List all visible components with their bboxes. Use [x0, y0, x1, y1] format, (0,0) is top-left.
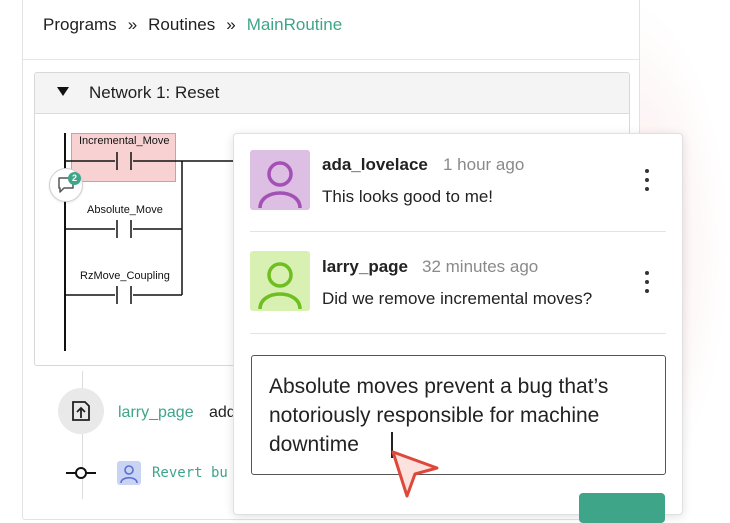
- more-options-icon[interactable]: [643, 169, 651, 195]
- comment-timestamp: 1 hour ago: [443, 155, 525, 174]
- comment-text: This looks good to me!: [322, 187, 494, 206]
- more-options-icon[interactable]: [643, 271, 651, 297]
- history-user-link[interactable]: larry_page: [118, 404, 194, 422]
- avatar: [117, 461, 141, 485]
- contact-label[interactable]: Incremental_Move: [79, 135, 170, 147]
- breadcrumb: Programs » Routines » MainRoutine: [43, 15, 342, 35]
- reply-textarea[interactable]: Absolute moves prevent a bug that’s noto…: [251, 355, 666, 475]
- comment-badge[interactable]: 2: [49, 168, 83, 202]
- breadcrumb-programs[interactable]: Programs: [43, 15, 117, 34]
- history-entry-text: add: [209, 404, 236, 421]
- user-icon: [258, 161, 302, 209]
- contact-label[interactable]: Absolute_Move: [87, 204, 163, 216]
- contact-label[interactable]: RzMove_Coupling: [80, 270, 170, 282]
- history-entry-icon: [58, 388, 104, 434]
- user-icon: [258, 262, 302, 310]
- revert-commit-text[interactable]: Revert bu: [152, 465, 228, 481]
- commit-node-icon: [66, 467, 96, 479]
- comment-timestamp: 32 minutes ago: [422, 257, 539, 276]
- avatar: [250, 251, 310, 311]
- submit-button[interactable]: [579, 493, 665, 523]
- breadcrumb-current[interactable]: MainRoutine: [247, 15, 342, 34]
- breadcrumb-separator: »: [226, 15, 236, 34]
- comment-divider: [250, 231, 666, 232]
- mouse-cursor-icon: [391, 450, 439, 498]
- breadcrumb-separator: »: [127, 15, 138, 34]
- upload-icon: [72, 401, 90, 421]
- header-divider: [23, 59, 639, 60]
- user-icon: [120, 465, 138, 484]
- comment-text: Did we remove incremental moves?: [322, 289, 593, 308]
- breadcrumb-routines[interactable]: Routines: [148, 15, 215, 34]
- comments-popup: ada_lovelace 1 hour ago This looks good …: [233, 133, 683, 523]
- comment-count: 2: [68, 172, 81, 185]
- reply-text-value: Absolute moves prevent a bug that’s noto…: [269, 375, 609, 456]
- avatar: [250, 150, 310, 210]
- comment-author[interactable]: larry_page: [322, 257, 408, 277]
- comment-author[interactable]: ada_lovelace: [322, 155, 428, 175]
- comment-divider: [250, 333, 666, 334]
